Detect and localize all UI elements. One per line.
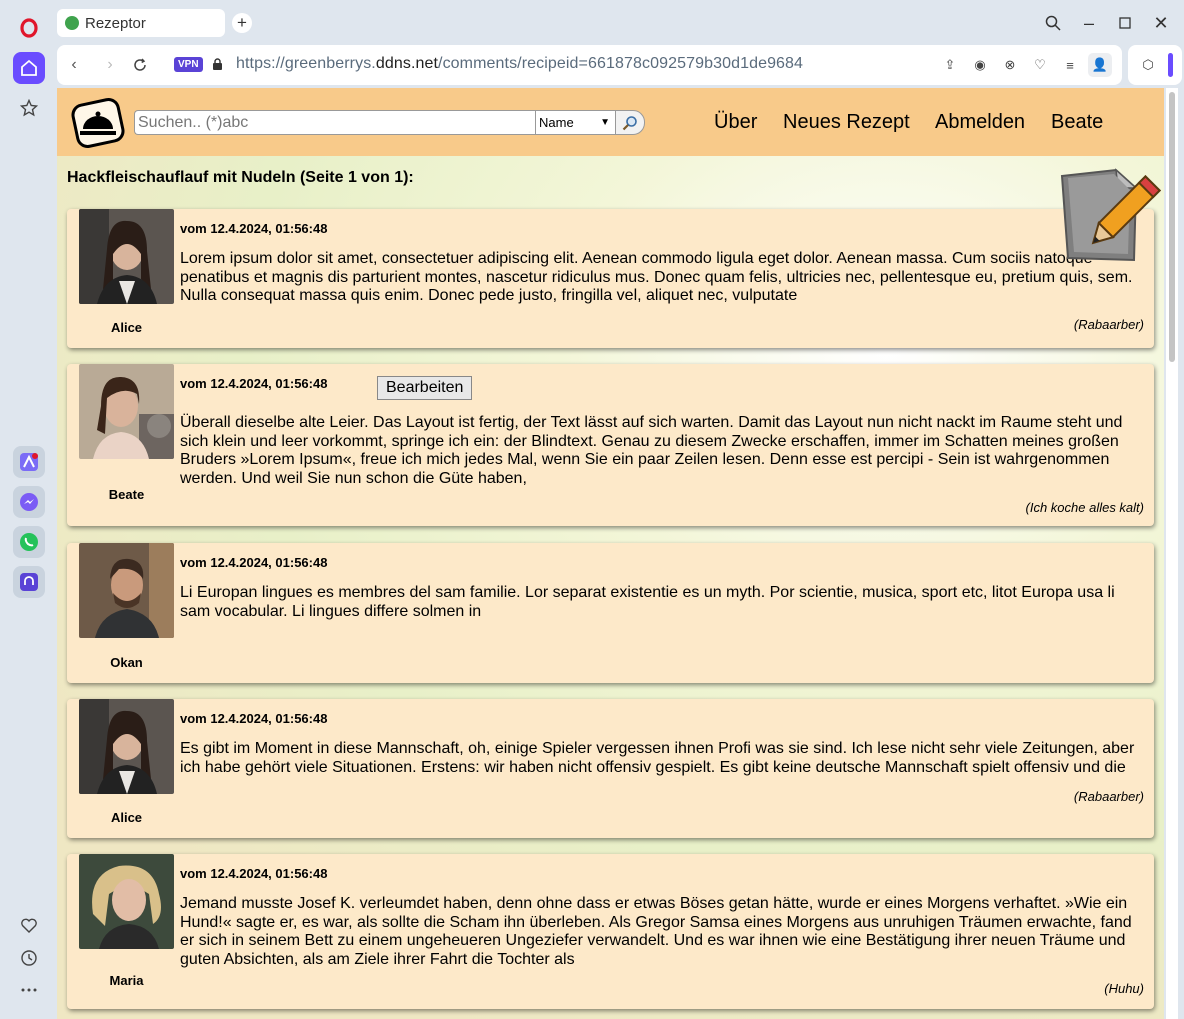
- comment-signature: (Rabaarber): [1073, 317, 1144, 332]
- comment-signature: (Huhu): [1104, 981, 1144, 996]
- url-prefix: https://greenberrys.: [236, 55, 376, 72]
- more-icon[interactable]: [13, 974, 45, 1006]
- comment-card: Alice vom 12.4.2024, 01:56:48 Lorem ipsu…: [67, 209, 1154, 348]
- menu-new-recipe[interactable]: Neues Rezept: [783, 111, 910, 134]
- comment-card: Okan vom 12.4.2024, 01:56:48 Li Europan …: [67, 543, 1154, 683]
- new-comment-pencil-icon[interactable]: [1058, 168, 1162, 263]
- vpn-badge[interactable]: VPN: [174, 57, 203, 72]
- extensions-icon[interactable]: ⬡: [1138, 55, 1158, 75]
- search-tabs-icon[interactable]: [1035, 12, 1071, 34]
- site-logo-icon[interactable]: [71, 98, 125, 148]
- reload-icon[interactable]: [130, 55, 150, 75]
- avatar-maria: [79, 854, 174, 949]
- comment-author: Maria: [109, 973, 144, 988]
- camera-icon[interactable]: ◉: [968, 53, 992, 77]
- comment-card: Maria vom 12.4.2024, 01:56:48 Jemand mus…: [67, 854, 1154, 1009]
- comment-signature: (Ich koche alles kalt): [1025, 500, 1145, 515]
- avatar-okan: [79, 543, 174, 638]
- page-title: Hackfleischauflauf mit Nudeln (Seite 1 v…: [67, 169, 414, 186]
- tab-title: Rezeptor: [85, 14, 146, 32]
- easy-setup-icon[interactable]: ≡: [1058, 53, 1082, 77]
- web-page: Suchen.. (*)abc Name ▼ Über Neues Rezept …: [57, 88, 1164, 1019]
- share-icon[interactable]: ⇪: [938, 53, 962, 77]
- search-placeholder: Suchen.. (*)abc: [138, 114, 249, 131]
- comment-author: Alice: [110, 320, 143, 335]
- comment-text: Lorem ipsum dolor sit amet, consectetuer…: [180, 250, 1133, 304]
- back-icon[interactable]: ‹: [64, 55, 84, 75]
- comment-date: vom 12.4.2024, 01:56:48: [180, 866, 328, 881]
- comment-author: Beate: [108, 487, 145, 502]
- forward-icon[interactable]: ›: [100, 55, 120, 75]
- address-bar: ‹ › VPN https://greenberrys.ddns.net/com…: [57, 45, 1122, 85]
- opera-logo-icon[interactable]: [13, 12, 45, 44]
- comment-date: vom 12.4.2024, 01:56:48: [180, 711, 328, 726]
- avatar-alice: [79, 209, 174, 304]
- browser-tab[interactable]: Rezeptor: [57, 9, 225, 37]
- menu-about[interactable]: Über: [714, 111, 757, 134]
- search-field-value: Name: [539, 115, 574, 130]
- url-path: /comments/recipeid=661878c092579b30d1de9…: [438, 55, 804, 72]
- scrollbar-thumb[interactable]: [1169, 92, 1175, 362]
- comment-card: Alice vom 12.4.2024, 01:56:48 Es gibt im…: [67, 699, 1154, 838]
- site-header: Suchen.. (*)abc Name ▼ Über Neues Rezept …: [57, 88, 1164, 156]
- comment-text: Li Europan lingues es membres del sam fa…: [180, 584, 1115, 620]
- star-icon[interactable]: [13, 92, 45, 124]
- maximize-button[interactable]: [1107, 12, 1143, 34]
- profile-icon[interactable]: 👤: [1088, 53, 1112, 77]
- music-player-icon[interactable]: [13, 566, 45, 598]
- comment-text: Jemand musste Josef K. verleumdet haben,…: [180, 895, 1132, 968]
- comment-author: Alice: [110, 810, 143, 825]
- new-tab-button[interactable]: +: [232, 13, 252, 33]
- comment-date: vom 12.4.2024, 01:56:48: [180, 221, 328, 236]
- messenger-icon[interactable]: [13, 486, 45, 518]
- history-icon[interactable]: [13, 942, 45, 974]
- avatar-alice: [79, 699, 174, 794]
- comment-signature: (Rabaarber): [1073, 789, 1144, 804]
- adblock-icon[interactable]: ⊗: [998, 53, 1022, 77]
- comment-author: Okan: [110, 655, 143, 670]
- url-domain: ddns.net: [375, 55, 439, 72]
- home-icon[interactable]: [13, 52, 45, 84]
- page-scrollbar[interactable]: [1166, 88, 1178, 1019]
- search-input[interactable]: Suchen.. (*)abc: [134, 110, 536, 135]
- url-field[interactable]: https://greenberrys.ddns.net/comments/re…: [236, 55, 803, 73]
- minimize-button[interactable]: –: [1071, 12, 1107, 34]
- chevron-down-icon: ▼: [600, 117, 610, 128]
- search-button[interactable]: [615, 110, 645, 135]
- avatar-beate: [79, 364, 174, 459]
- tab-favicon-icon: [65, 16, 79, 30]
- comment-text: Es gibt im Moment in diese Mannschaft, o…: [180, 740, 1135, 776]
- comment-card: Beate vom 12.4.2024, 01:56:48 Bearbeiten…: [67, 364, 1154, 526]
- menu-logout[interactable]: Abmelden: [935, 111, 1025, 134]
- edit-comment-button[interactable]: Bearbeiten: [377, 376, 473, 400]
- close-window-button[interactable]: ✕: [1143, 12, 1179, 34]
- whatsapp-icon[interactable]: [13, 526, 45, 558]
- heart-icon[interactable]: [13, 910, 45, 942]
- menu-user[interactable]: Beate: [1051, 111, 1103, 134]
- browser-sidebar: [0, 0, 57, 1019]
- comment-text: Überall dieselbe alte Leier. Das Layout …: [180, 414, 1123, 487]
- lock-icon[interactable]: [212, 58, 223, 70]
- aria-ai-icon[interactable]: [13, 446, 45, 478]
- magnifier-icon: [622, 115, 637, 130]
- search-field-select[interactable]: Name ▼: [535, 110, 616, 135]
- extensions-area: ⬡: [1128, 45, 1182, 85]
- sidebar-toggle[interactable]: [1168, 53, 1173, 77]
- bookmark-heart-icon[interactable]: ♡: [1028, 53, 1052, 77]
- window-controls: [1035, 12, 1071, 34]
- comment-date: vom 12.4.2024, 01:56:48: [180, 555, 328, 570]
- comment-date: vom 12.4.2024, 01:56:48: [180, 376, 328, 391]
